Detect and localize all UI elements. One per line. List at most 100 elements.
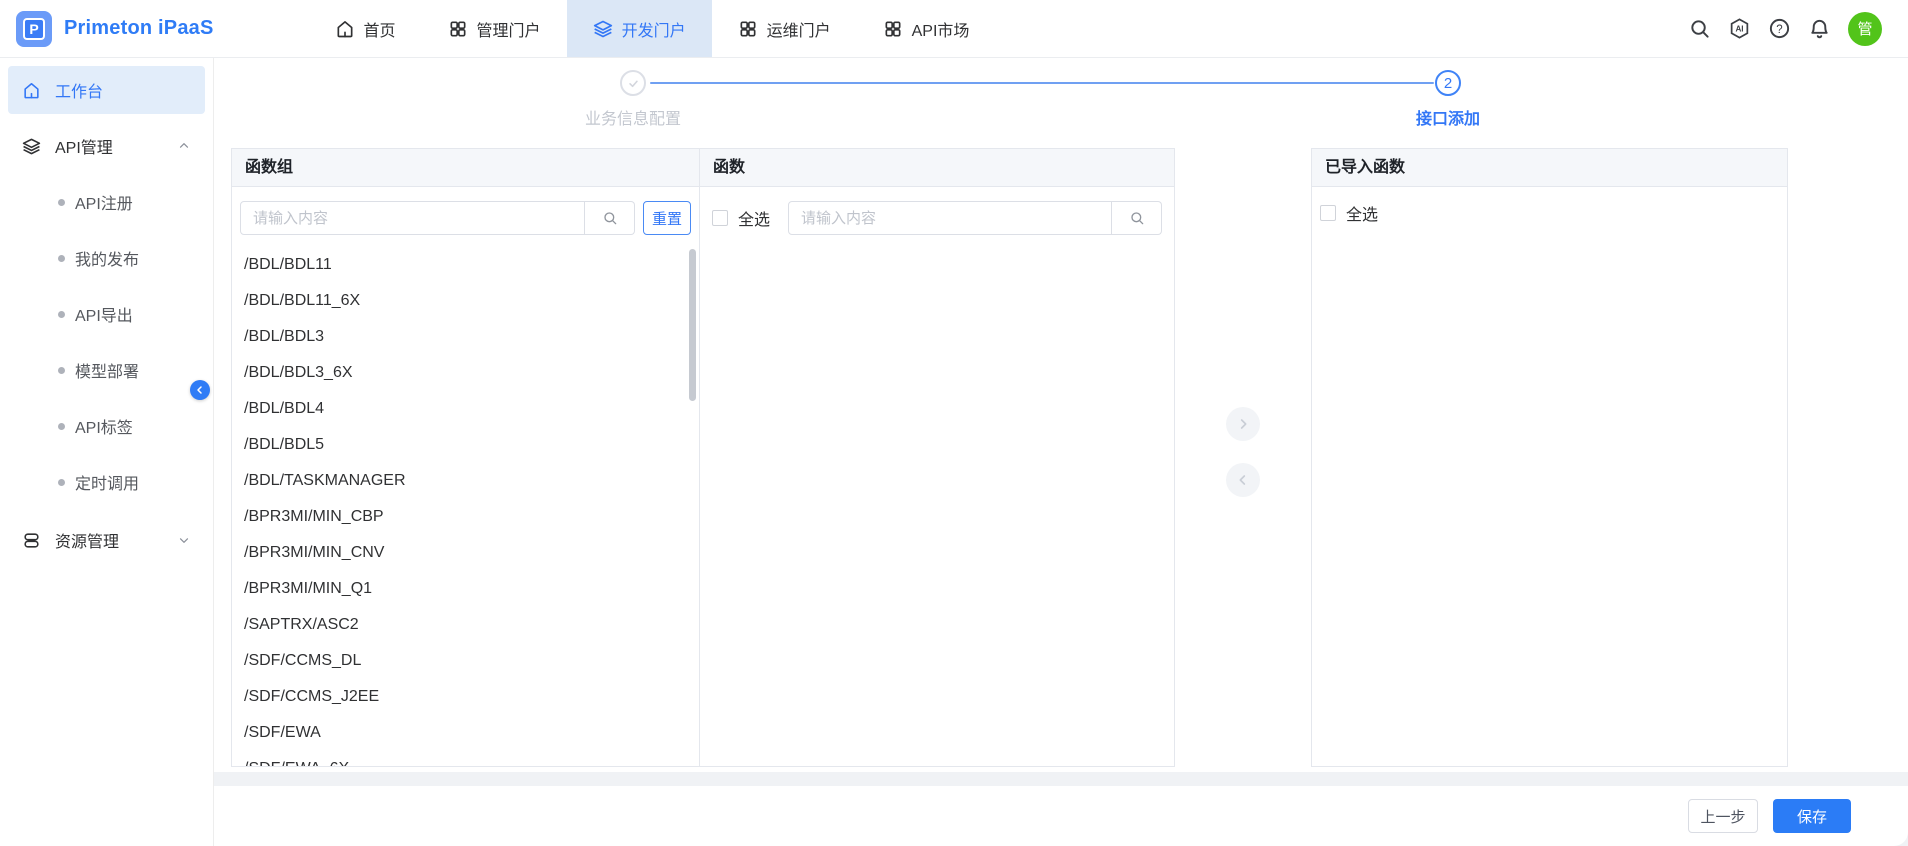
search-icon[interactable] <box>1688 17 1711 40</box>
function-group-item[interactable]: /BPR3MI/MIN_Q1 <box>240 571 691 607</box>
bullet-icon <box>58 479 65 486</box>
sidebar-item-label: 工作台 <box>55 78 103 102</box>
brand-name: Primeton iPaaS <box>64 17 214 40</box>
function-group-panel-title: 函数组 <box>232 149 699 187</box>
list-scrollbar[interactable] <box>689 249 696 401</box>
sidebar-sub-item[interactable]: API标签 <box>0 398 213 454</box>
help-icon[interactable]: ? <box>1768 17 1791 40</box>
nav-item-home[interactable]: 首页 <box>309 0 422 57</box>
main-content: 2 业务信息配置 接口添加 函数组 <box>214 58 1908 846</box>
step-1-circle <box>620 70 646 96</box>
bullet-icon <box>58 199 65 206</box>
function-group-panel: 函数组 重置 <box>231 148 700 767</box>
function-panel: 函数 全选 <box>699 148 1175 767</box>
transfer-controls <box>1175 148 1311 767</box>
function-panel-title: 函数 <box>700 149 1174 187</box>
wizard-card: 2 业务信息配置 接口添加 函数组 <box>214 58 1908 772</box>
grid-icon <box>448 19 468 39</box>
save-button[interactable]: 保存 <box>1773 799 1851 833</box>
imported-functions-panel-title: 已导入函数 <box>1312 149 1787 187</box>
nav-item-ops-portal[interactable]: 运维门户 <box>712 0 857 57</box>
sidebar-sub-item-label: API标签 <box>75 414 133 438</box>
chevron-down-icon <box>177 533 191 547</box>
function-group-item[interactable]: /SDF/CCMS_DL <box>240 643 691 679</box>
function-group-item[interactable]: /BDL/BDL11_6X <box>240 283 691 319</box>
sidebar-group-resource-mgmt[interactable]: 资源管理 <box>0 516 213 564</box>
function-group-item[interactable]: /SDF/EWA <box>240 715 691 751</box>
brand: P Primeton iPaaS <box>0 0 214 57</box>
home-icon <box>335 19 355 39</box>
function-group-item[interactable]: /SDF/CCMS_J2EE <box>240 679 691 715</box>
nav-item-admin-portal[interactable]: 管理门户 <box>422 0 567 57</box>
top-navbar: P Primeton iPaaS 首页 管理门户 开发门户 运维门户 <box>0 0 1908 58</box>
sidebar-sub-item[interactable]: API导出 <box>0 286 213 342</box>
function-group-search-button[interactable] <box>585 201 635 235</box>
function-search-input[interactable] <box>788 201 1112 235</box>
step-1-label: 业务信息配置 <box>523 105 743 129</box>
imported-functions-panel: 已导入函数 全选 <box>1311 148 1788 767</box>
step-2-circle: 2 <box>1435 70 1461 96</box>
function-group-item[interactable]: /BDL/BDL11 <box>240 247 691 283</box>
sidebar-sub-item-label: API导出 <box>75 302 133 326</box>
function-group-item[interactable]: /SDF/EWA_6X <box>240 751 691 767</box>
function-group-item[interactable]: /BDL/BDL4 <box>240 391 691 427</box>
notification-bell-icon[interactable] <box>1808 17 1831 40</box>
reset-button[interactable]: 重置 <box>643 201 691 235</box>
layers-icon <box>22 137 41 156</box>
database-icon <box>22 531 41 550</box>
bullet-icon <box>58 423 65 430</box>
ai-assistant-icon[interactable]: AI <box>1728 17 1751 40</box>
function-group-item[interactable]: /SAPTRX/ASC2 <box>240 607 691 643</box>
check-icon <box>626 76 641 91</box>
function-select-all-checkbox[interactable] <box>712 210 728 226</box>
move-left-button[interactable] <box>1226 463 1260 497</box>
bullet-icon <box>58 367 65 374</box>
svg-text:?: ? <box>1776 24 1782 36</box>
sidebar-item-workbench[interactable]: 工作台 <box>8 66 205 114</box>
sidebar-sub-item[interactable]: 定时调用 <box>0 454 213 510</box>
function-group-item[interactable]: /BDL/TASKMANAGER <box>240 463 691 499</box>
brand-logo-icon: P <box>16 11 52 47</box>
move-right-button[interactable] <box>1226 407 1260 441</box>
search-icon <box>1129 210 1145 226</box>
sidebar-collapse-button[interactable] <box>190 380 210 400</box>
sidebar-sub-item-label: 模型部署 <box>75 358 139 382</box>
portal-nav: 首页 管理门户 开发门户 运维门户 API市场 <box>309 0 996 57</box>
nav-item-api-market[interactable]: API市场 <box>857 0 996 57</box>
chevron-left-icon <box>1235 472 1251 488</box>
sidebar-sub-item[interactable]: 我的发布 <box>0 230 213 286</box>
navbar-actions: AI ? 管 <box>1688 0 1908 57</box>
sidebar-sub-item[interactable]: 模型部署 <box>0 342 213 398</box>
function-group-item[interactable]: /BPR3MI/MIN_CNV <box>240 535 691 571</box>
nav-item-label: 运维门户 <box>767 17 831 41</box>
sidebar-group-label: API管理 <box>55 134 113 158</box>
imported-select-all-checkbox[interactable] <box>1320 205 1336 221</box>
sidebar-group-api-mgmt[interactable]: API管理 <box>0 122 213 170</box>
sidebar: 工作台 API管理 API注册 我的发布 <box>0 58 214 846</box>
app-window: P Primeton iPaaS 首页 管理门户 开发门户 运维门户 <box>0 0 1908 846</box>
function-group-item[interactable]: /BDL/BDL5 <box>240 427 691 463</box>
step-2-label: 接口添加 <box>1338 105 1558 129</box>
function-group-item[interactable]: /BPR3MI/MIN_CBP <box>240 499 691 535</box>
search-icon <box>602 210 618 226</box>
transfer-panels: 函数组 重置 <box>231 148 1788 767</box>
layers-icon <box>593 19 613 39</box>
api-mgmt-submenu: API注册 我的发布 API导出 模型部署 <box>0 170 213 510</box>
grid-icon <box>883 19 903 39</box>
previous-step-button[interactable]: 上一步 <box>1688 799 1758 833</box>
function-group-search-input[interactable] <box>240 201 585 235</box>
function-group-item[interactable]: /BDL/BDL3_6X <box>240 355 691 391</box>
step-connector <box>650 82 1434 84</box>
nav-item-label: API市场 <box>912 17 970 41</box>
imported-select-all-label: 全选 <box>1346 201 1378 225</box>
bullet-icon <box>58 311 65 318</box>
function-group-item[interactable]: /BDL/BDL3 <box>240 319 691 355</box>
user-avatar[interactable]: 管 <box>1848 12 1882 46</box>
sidebar-group-label: 资源管理 <box>55 528 119 552</box>
sidebar-sub-item[interactable]: API注册 <box>0 174 213 230</box>
sidebar-sub-item-label: 定时调用 <box>75 470 139 494</box>
function-search-button[interactable] <box>1112 201 1162 235</box>
nav-item-label: 管理门户 <box>477 17 541 41</box>
nav-item-dev-portal[interactable]: 开发门户 <box>567 0 712 57</box>
nav-item-label: 开发门户 <box>622 17 686 41</box>
